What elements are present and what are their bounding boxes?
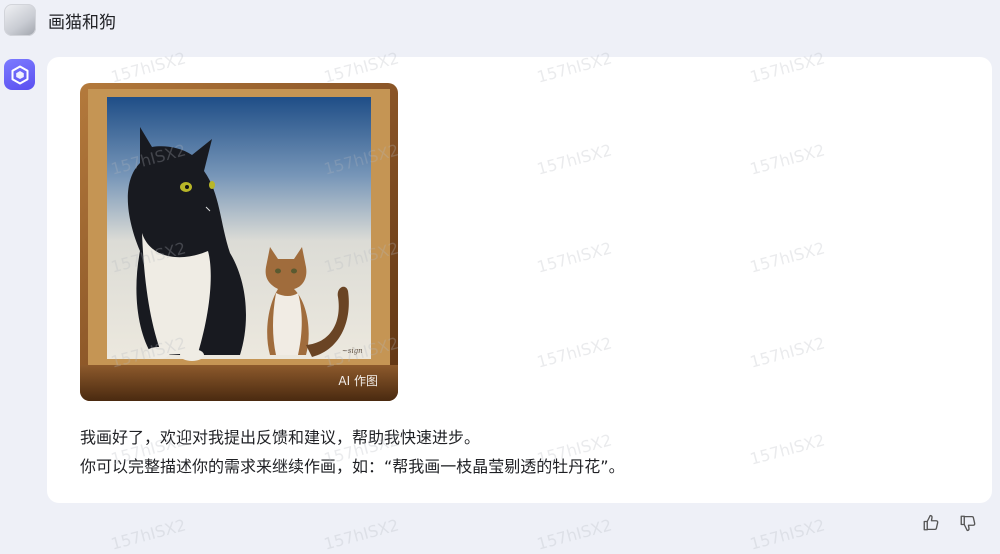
assistant-reply-card: ~sign AI 作图 我画好了，欢迎对我提出反馈和建议，帮助我快速进步。 你可…	[47, 57, 992, 503]
ai-generated-badge: AI 作图	[338, 374, 378, 388]
reply-line-2: 你可以完整描述你的需求来继续作画，如：“帮我画一枝晶莹剔透的牡丹花”。	[80, 457, 625, 476]
watermark-text: 157hISX2	[747, 515, 827, 554]
assistant-avatar	[4, 59, 35, 90]
watermark-text: 157hISX2	[534, 515, 614, 554]
dislike-button[interactable]	[957, 512, 979, 534]
watermark-text: 157hISX2	[321, 515, 401, 554]
user-message-text: 画猫和狗	[48, 12, 116, 33]
generated-image[interactable]: ~sign AI 作图	[80, 83, 398, 401]
reply-text: 我画好了，欢迎对我提出反馈和建议，帮助我快速进步。 你可以完整描述你的需求来继续…	[80, 423, 625, 481]
user-avatar	[4, 4, 36, 36]
artist-signature: ~sign	[342, 347, 363, 355]
watermark-text: 157hISX2	[108, 515, 188, 554]
like-button[interactable]	[920, 512, 942, 534]
thumbs-up-icon	[923, 514, 939, 531]
cats-painting-illustration: ~sign	[80, 83, 398, 401]
user-message-row: 画猫和狗	[4, 4, 116, 36]
reply-line-1: 我画好了，欢迎对我提出反馈和建议，帮助我快速进步。	[80, 428, 481, 447]
cube-logo-icon	[11, 65, 28, 84]
thumbs-down-icon	[960, 515, 976, 532]
